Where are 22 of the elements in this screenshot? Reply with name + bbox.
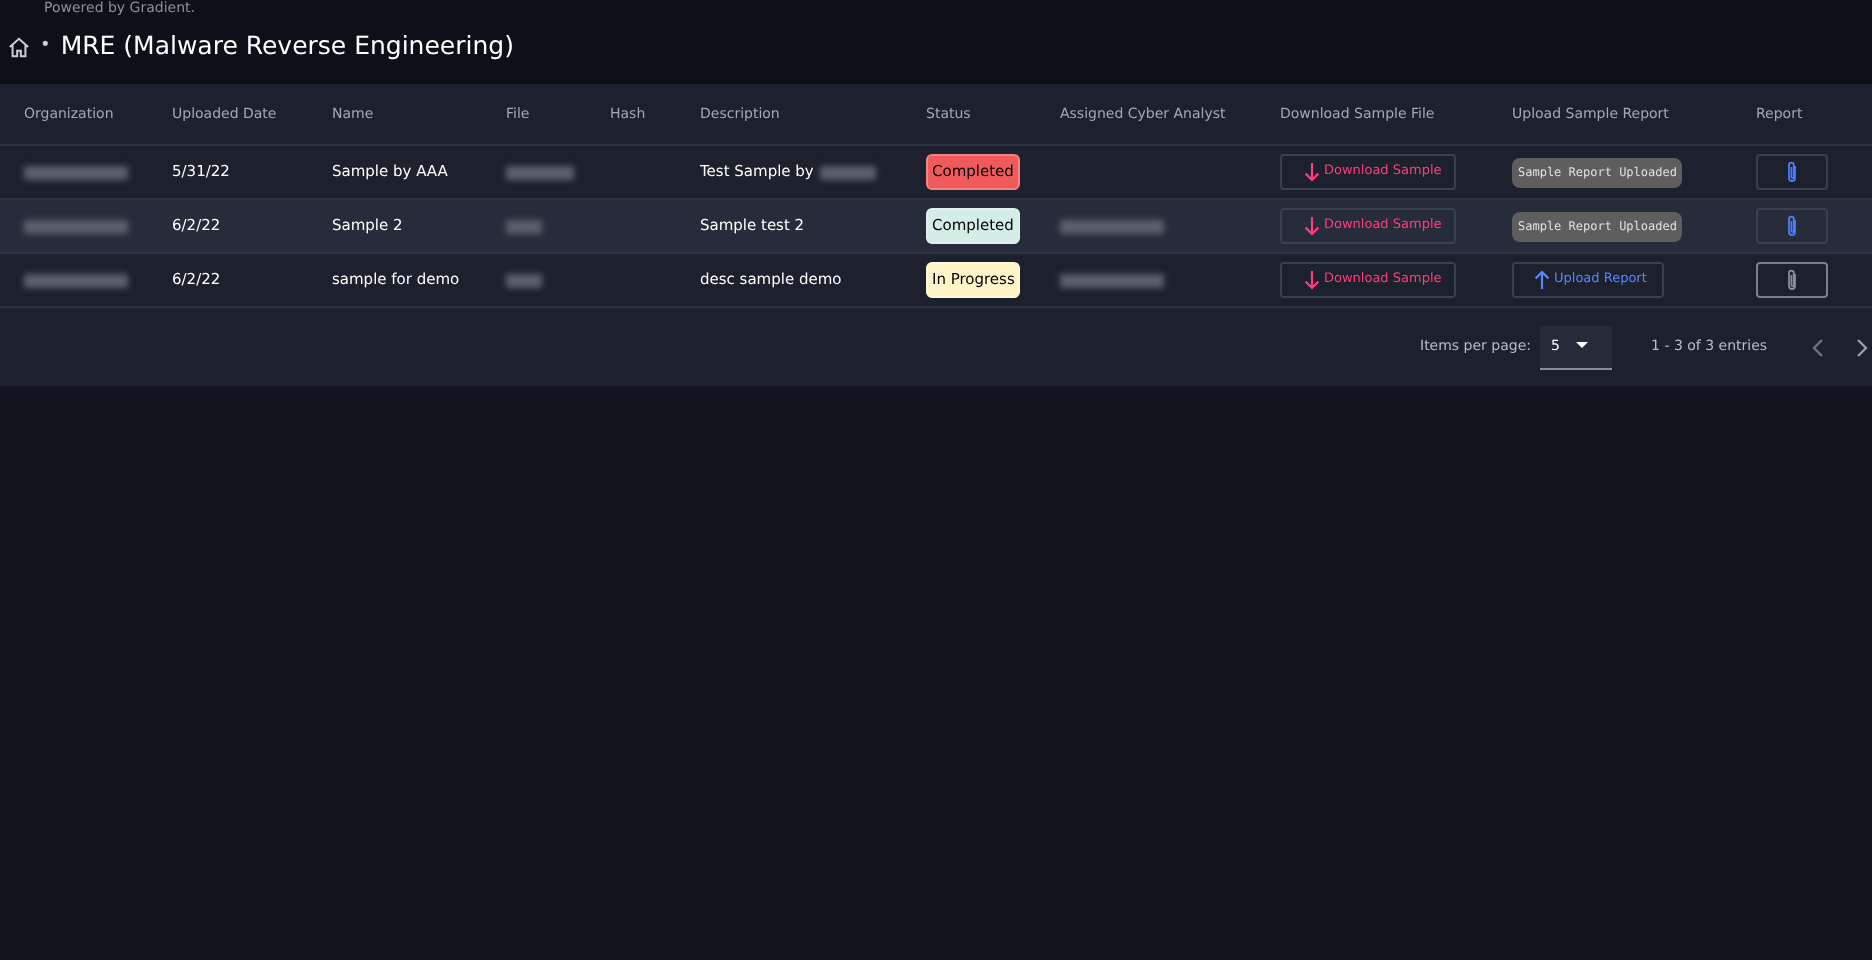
next-page-icon[interactable] — [1855, 337, 1868, 357]
redacted-text — [24, 219, 128, 233]
paperclip-icon — [1786, 160, 1798, 184]
redacted-text — [506, 273, 542, 287]
redacted-text — [506, 165, 574, 179]
report-attachment-button[interactable] — [1756, 154, 1828, 190]
dropdown-caret-icon — [1575, 342, 1588, 350]
paperclip-icon — [1786, 268, 1798, 292]
arrow-down-icon — [1304, 216, 1320, 236]
home-icon[interactable] — [8, 35, 30, 58]
arrow-down-icon — [1304, 270, 1320, 290]
report-attachment-button[interactable] — [1756, 208, 1828, 244]
arrow-down-icon — [1304, 162, 1320, 182]
redacted-text — [24, 165, 128, 179]
report-attachment-button[interactable] — [1756, 262, 1828, 298]
previous-page-icon[interactable] — [1811, 337, 1824, 357]
breadcrumb-separator: • — [40, 33, 51, 60]
redacted-text — [24, 273, 128, 287]
arrow-up-icon — [1534, 270, 1550, 290]
paperclip-icon — [1786, 214, 1798, 238]
page-title: MRE (Malware Reverse Engineering) — [60, 28, 514, 64]
redacted-text — [506, 219, 542, 233]
